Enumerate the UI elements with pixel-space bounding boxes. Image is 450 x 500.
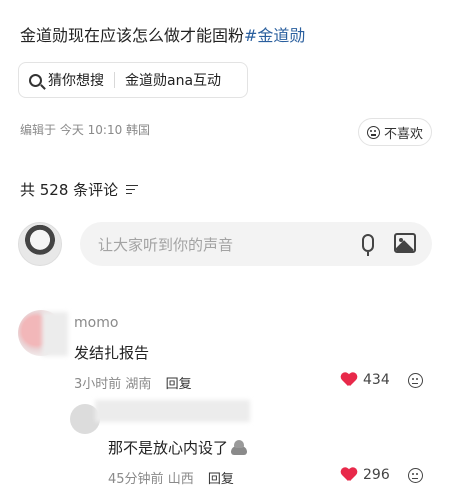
- comment-location: 湖南: [125, 377, 152, 392]
- reply-button[interactable]: 回复: [166, 377, 192, 392]
- poop-emoji-icon: [230, 439, 248, 455]
- search-suggestion-text: 金道勋ana互动: [125, 73, 222, 89]
- filter-icon[interactable]: [126, 184, 139, 195]
- like-button[interactable]: 296: [341, 467, 390, 483]
- post-title: 金道勋现在应该怎么做才能固粉#金道勋: [20, 22, 305, 46]
- comment-username[interactable]: momo: [74, 315, 118, 331]
- comment-input-placeholder: 让大家听到你的声音: [98, 235, 234, 254]
- dislike-face-icon: [366, 125, 380, 139]
- emoji-icon[interactable]: [408, 373, 423, 388]
- reply-meta: 45分钟前 山西 回复: [108, 468, 234, 487]
- reply-comment-text: 那不是放心内设了: [108, 437, 248, 458]
- comment-count: 共 528 条评论: [20, 181, 119, 199]
- my-avatar: [18, 222, 62, 266]
- reply-button[interactable]: 回复: [208, 472, 234, 487]
- post-title-text: 金道勋现在应该怎么做才能固粉: [20, 26, 245, 45]
- dislike-button[interactable]: 不喜欢: [358, 118, 432, 146]
- reply-text: 那不是放心内设了: [108, 439, 229, 457]
- search-icon: [29, 73, 42, 87]
- microphone-icon[interactable]: [362, 234, 374, 256]
- image-icon[interactable]: [394, 233, 416, 253]
- blurred-region: [42, 312, 68, 356]
- emoji-icon[interactable]: [408, 468, 423, 483]
- blurred-username: [95, 400, 250, 422]
- heart-icon: [341, 373, 357, 387]
- reply-time: 45分钟前: [108, 472, 164, 487]
- edited-meta: 编辑于 今天 10:10 韩国: [20, 123, 151, 137]
- like-count: 434: [363, 372, 390, 388]
- comment-text: 发结扎报告: [74, 344, 150, 362]
- like-count: 296: [363, 467, 390, 483]
- comment-input[interactable]: 让大家听到你的声音: [80, 222, 432, 266]
- heart-icon: [341, 468, 357, 482]
- search-suggestion-chip[interactable]: 猜你想搜 金道勋ana互动: [18, 62, 248, 98]
- dislike-label: 不喜欢: [383, 126, 423, 142]
- comment-meta: 3小时前 湖南 回复: [74, 373, 192, 392]
- search-prefix-label: 猜你想搜: [48, 73, 104, 89]
- comment-count-header: 共 528 条评论: [20, 179, 139, 200]
- hashtag-link[interactable]: #金道勋: [244, 26, 305, 45]
- chip-divider: [114, 72, 115, 88]
- like-button[interactable]: 434: [341, 372, 390, 388]
- comment-time: 3小时前: [74, 377, 122, 392]
- reply-location: 山西: [167, 472, 194, 487]
